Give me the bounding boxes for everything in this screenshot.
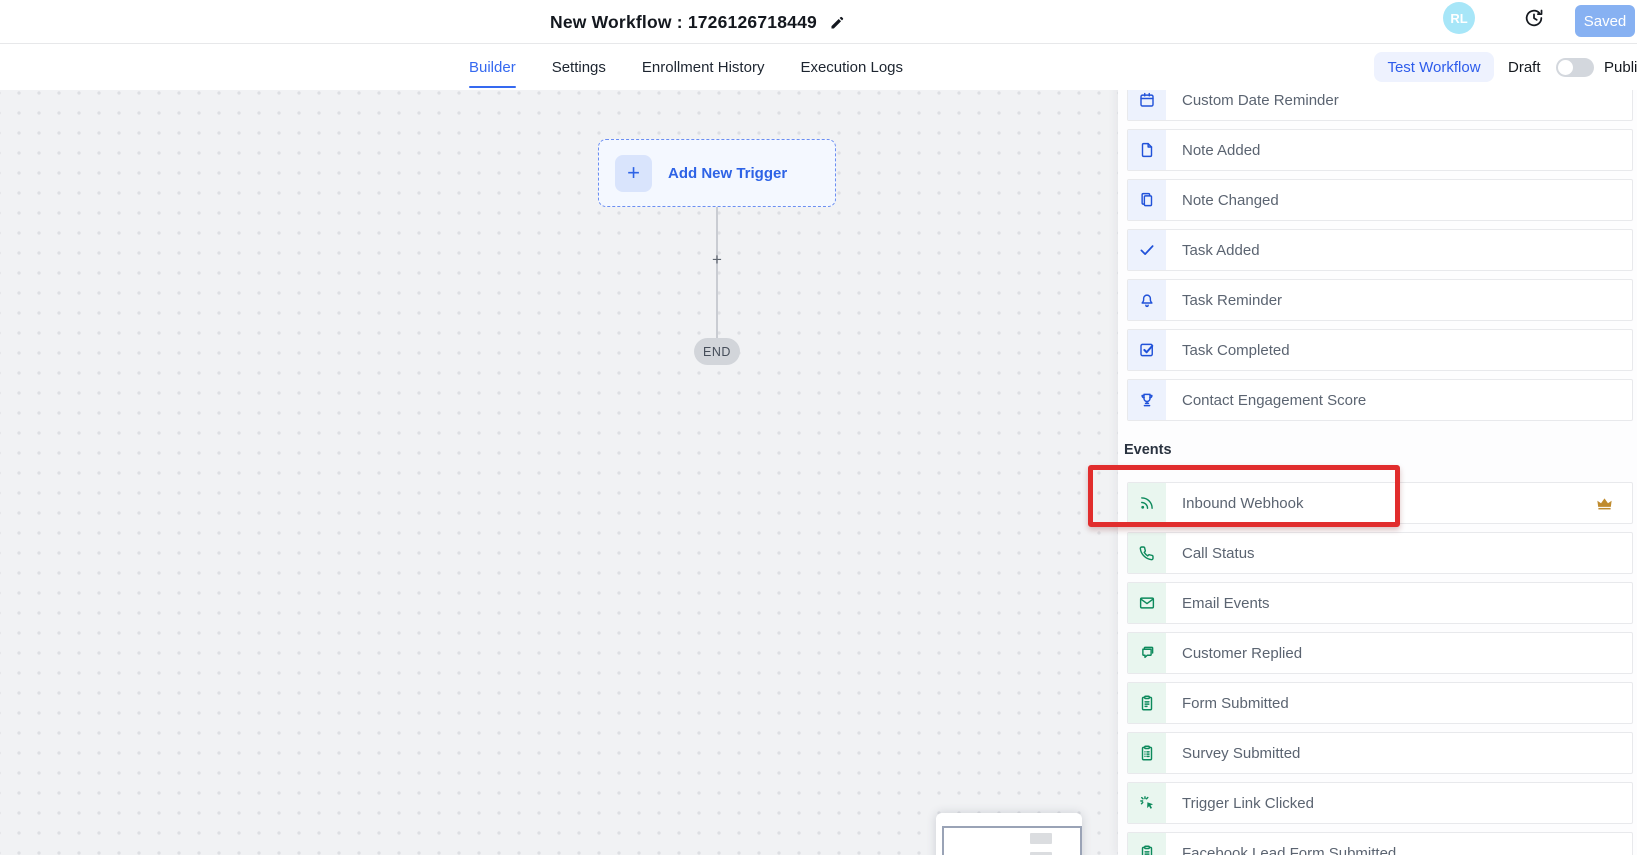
saved-button[interactable]: Saved [1575, 5, 1635, 37]
edit-title-icon[interactable] [829, 14, 846, 31]
trophy-icon [1128, 380, 1166, 420]
trigger-item-label: Task Added [1182, 242, 1260, 259]
note-changed-icon [1128, 180, 1166, 220]
trigger-item-call-status[interactable]: Call Status [1127, 532, 1633, 574]
check-icon [1128, 230, 1166, 270]
event-trigger-list: Inbound Webhook Call Status Email Events Cu… [1127, 482, 1633, 855]
tabs: Builder Settings Enrollment History Exec… [469, 44, 903, 90]
end-node: END [694, 338, 740, 365]
tab-enrollment-history[interactable]: Enrollment History [642, 44, 765, 90]
survey-icon [1128, 733, 1166, 773]
mail-icon [1128, 583, 1166, 623]
events-section-header: Events [1124, 442, 1172, 458]
trigger-item-label: Form Submitted [1182, 695, 1289, 712]
bell-icon [1128, 280, 1166, 320]
phone-icon [1128, 533, 1166, 573]
trigger-item-label: Custom Date Reminder [1182, 92, 1339, 109]
trigger-item-task-reminder[interactable]: Task Reminder [1127, 279, 1633, 321]
trigger-item-label: Call Status [1182, 545, 1255, 562]
trigger-item-label: Task Reminder [1182, 292, 1282, 309]
trigger-item-email-events[interactable]: Email Events [1127, 582, 1633, 624]
trigger-item-label: Trigger Link Clicked [1182, 795, 1314, 812]
workflow-canvas[interactable]: + Add New Trigger + END [0, 90, 1122, 855]
check-square-icon [1128, 330, 1166, 370]
plus-icon: + [615, 155, 652, 192]
trigger-item-label: Contact Engagement Score [1182, 392, 1366, 409]
draft-label: Draft [1508, 44, 1541, 90]
note-icon [1128, 130, 1166, 170]
add-new-trigger-button[interactable]: + Add New Trigger [598, 139, 836, 207]
title-wrap: New Workflow : 1726126718449 [550, 0, 846, 44]
add-new-trigger-label: Add New Trigger [668, 165, 787, 182]
trigger-item-task-completed[interactable]: Task Completed [1127, 329, 1633, 371]
minimap-node [1030, 833, 1052, 844]
trigger-item-label: Inbound Webhook [1182, 495, 1304, 512]
trigger-item-customer-replied[interactable]: Customer Replied [1127, 632, 1633, 674]
version-history-icon[interactable] [1523, 7, 1545, 29]
facebook-form-icon [1128, 833, 1166, 855]
page-title: New Workflow : 1726126718449 [550, 12, 817, 33]
tab-execution-logs[interactable]: Execution Logs [800, 44, 903, 90]
trigger-item-label: Customer Replied [1182, 645, 1302, 662]
chat-icon [1128, 633, 1166, 673]
test-workflow-button[interactable]: Test Workflow [1374, 52, 1494, 82]
trigger-item-trigger-link-clicked[interactable]: Trigger Link Clicked [1127, 782, 1633, 824]
trigger-item-label: Facebook Lead Form Submitted [1182, 845, 1396, 855]
trigger-item-inbound-webhook[interactable]: Inbound Webhook [1127, 482, 1633, 524]
add-step-button[interactable]: + [707, 250, 727, 270]
trigger-item-label: Note Changed [1182, 192, 1279, 209]
trigger-item-note-added[interactable]: Note Added [1127, 129, 1633, 171]
trigger-item-form-submitted[interactable]: Form Submitted [1127, 682, 1633, 724]
toggle-knob [1558, 60, 1573, 75]
connector-line [716, 207, 718, 338]
webhook-icon [1128, 483, 1166, 523]
contact-trigger-list: Custom Date Reminder Note Added Note Chang… [1127, 79, 1633, 421]
form-icon [1128, 683, 1166, 723]
trigger-item-contact-engagement-score[interactable]: Contact Engagement Score [1127, 379, 1633, 421]
workflow-builder-screen: + Add New Trigger + END Custom Date Remi… [0, 0, 1637, 855]
trigger-item-label: Survey Submitted [1182, 745, 1300, 762]
crown-icon [1595, 494, 1614, 513]
trigger-item-facebook-lead-form-submitted[interactable]: Facebook Lead Form Submitted [1127, 832, 1633, 855]
trigger-item-label: Note Added [1182, 142, 1260, 159]
minimap-viewport [942, 826, 1082, 855]
tab-settings[interactable]: Settings [552, 44, 606, 90]
trigger-item-label: Email Events [1182, 595, 1270, 612]
minimap[interactable] [936, 813, 1082, 855]
tab-bar: Builder Settings Enrollment History Exec… [0, 44, 1637, 90]
trigger-item-label: Task Completed [1182, 342, 1290, 359]
publish-label: Publish [1604, 44, 1637, 90]
trigger-item-task-added[interactable]: Task Added [1127, 229, 1633, 271]
trigger-item-note-changed[interactable]: Note Changed [1127, 179, 1633, 221]
tab-builder[interactable]: Builder [469, 44, 516, 90]
app-header: New Workflow : 1726126718449 RL Saved [0, 0, 1637, 44]
publish-toggle[interactable] [1556, 58, 1594, 77]
trigger-picker-sidebar: Custom Date Reminder Note Added Note Chang… [1118, 44, 1637, 855]
link-click-icon [1128, 783, 1166, 823]
avatar[interactable]: RL [1443, 2, 1475, 34]
trigger-item-survey-submitted[interactable]: Survey Submitted [1127, 732, 1633, 774]
